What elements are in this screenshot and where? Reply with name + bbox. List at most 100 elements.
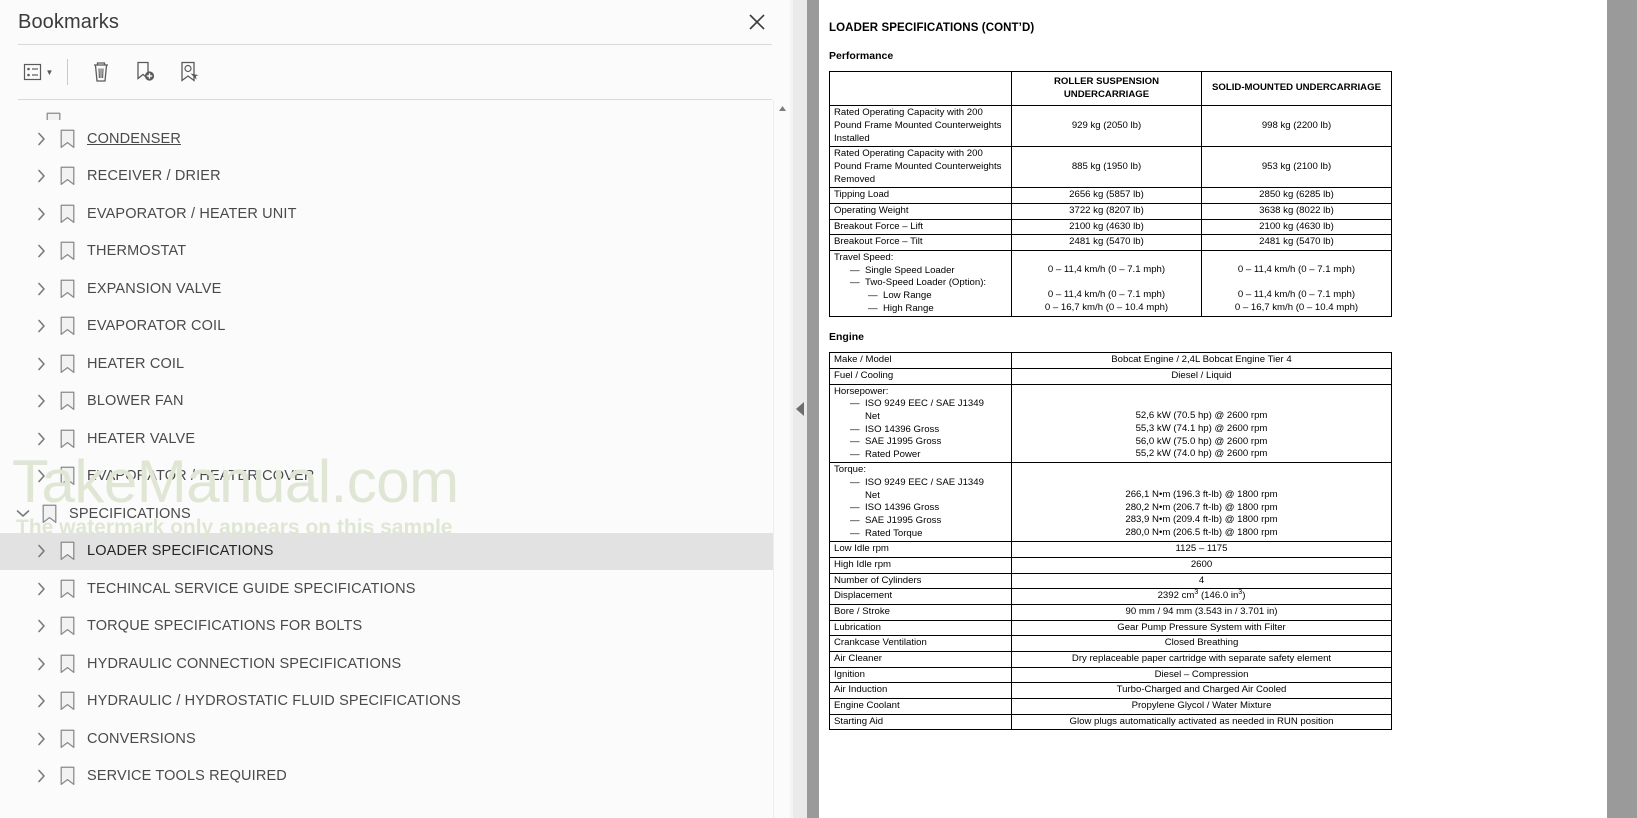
list-item-selected[interactable]: LOADER SPECIFICATIONS bbox=[0, 532, 773, 570]
chevron-right-icon[interactable] bbox=[28, 282, 54, 296]
table-cell-label: Fuel / Cooling bbox=[829, 367, 1012, 385]
table-row: Lubrication Gear Pump Pressure System wit… bbox=[829, 619, 1392, 637]
table-cell-label: Torque: — ISO 9249 EEC / SAE J1349 Net — ISO … bbox=[829, 462, 1012, 543]
table-row: High Idle rpm 2600 bbox=[829, 557, 1392, 574]
list-item-label: SPECIFICATIONS bbox=[69, 505, 191, 522]
pdf-page: LOADER SPECIFICATIONS (CONT’D) Performan… bbox=[819, 0, 1607, 818]
list-item[interactable]: CONDENSER bbox=[0, 120, 773, 158]
list-options-button[interactable]: ▼ bbox=[18, 53, 58, 91]
chevron-right-icon[interactable] bbox=[28, 207, 54, 221]
chevron-right-icon[interactable] bbox=[28, 694, 54, 708]
table-cell-value: 953 kg (2100 lb) bbox=[1201, 146, 1392, 189]
table-cell-label: Low Idle rpm bbox=[829, 541, 1012, 559]
chevron-right-icon[interactable] bbox=[28, 169, 54, 183]
bookmarks-tree: CONDENSER RECEIVER / DRIER EVAPORATOR / HE… bbox=[0, 100, 773, 818]
chevron-down-icon: ▼ bbox=[45, 67, 54, 77]
list-item[interactable]: HEATER COIL bbox=[0, 345, 773, 383]
delete-bookmark-button[interactable] bbox=[81, 53, 121, 91]
bookmark-icon bbox=[36, 504, 62, 524]
table-cell-label: Number of Cylinders bbox=[829, 572, 1012, 590]
engine-section-title: Engine bbox=[829, 331, 865, 344]
table-cell-label: Lubrication bbox=[829, 619, 1012, 637]
list-item-label: EXPANSION VALVE bbox=[87, 280, 222, 297]
bookmark-icon bbox=[54, 766, 80, 786]
close-icon[interactable] bbox=[742, 7, 772, 37]
table-cell-value: 2100 kg (4630 lb) bbox=[1201, 218, 1392, 236]
list-item-label: HYDRAULIC / HYDROSTATIC FLUID SPECIFICAT… bbox=[87, 693, 461, 710]
chevron-right-icon[interactable] bbox=[28, 132, 54, 146]
bookmarks-scrollbar[interactable] bbox=[773, 100, 790, 818]
list-item[interactable]: EVAPORATOR / HEATER COVER bbox=[0, 458, 773, 496]
table-cell-value: 3722 kg (8207 lb) bbox=[1011, 202, 1202, 220]
scroll-up-arrow-icon[interactable] bbox=[774, 100, 790, 117]
chevron-right-icon[interactable] bbox=[28, 732, 54, 746]
chevron-right-icon[interactable] bbox=[28, 657, 54, 671]
list-item[interactable]: EVAPORATOR / HEATER UNIT bbox=[0, 195, 773, 233]
new-bookmark-button[interactable] bbox=[125, 53, 165, 91]
list-item[interactable]: HYDRAULIC CONNECTION SPECIFICATIONS bbox=[0, 645, 773, 683]
table-row: Crankcase Ventilation Closed Breathing bbox=[829, 635, 1392, 652]
engine-table: Make / Model Bobcat Engine / 2,4L Bobcat … bbox=[829, 352, 1392, 731]
list-item[interactable]: SPECIFICATIONS bbox=[0, 495, 773, 533]
bookmark-icon bbox=[54, 466, 80, 486]
list-item-label: LOADER SPECIFICATIONS bbox=[87, 543, 274, 560]
table-cell-value: 998 kg (2200 lb) bbox=[1201, 105, 1392, 148]
chevron-right-icon[interactable] bbox=[28, 432, 54, 446]
edit-bookmark-button[interactable] bbox=[169, 53, 209, 91]
table-row: Engine Coolant Propylene Glycol / Water M… bbox=[829, 697, 1392, 715]
list-item[interactable] bbox=[0, 106, 773, 120]
list-item[interactable]: CONVERSIONS bbox=[0, 720, 773, 758]
chevron-down-icon[interactable] bbox=[10, 509, 36, 518]
table-cell-label: Bore / Stroke bbox=[829, 604, 1012, 621]
list-item[interactable]: EXPANSION VALVE bbox=[0, 270, 773, 308]
list-item[interactable]: HYDRAULIC / HYDROSTATIC FLUID SPECIFICAT… bbox=[0, 683, 773, 721]
table-row-travel-speed: Travel Speed: — Single Speed Loader — Two-Sp… bbox=[829, 249, 1392, 318]
list-item[interactable]: BLOWER FAN bbox=[0, 383, 773, 421]
bookmark-icon bbox=[54, 616, 80, 636]
bookmarks-list-container: CONDENSER RECEIVER / DRIER EVAPORATOR / HE… bbox=[0, 100, 790, 818]
list-item-label: EVAPORATOR COIL bbox=[87, 318, 226, 335]
chevron-right-icon[interactable] bbox=[28, 244, 54, 258]
collapse-panel-handle[interactable] bbox=[793, 0, 807, 818]
table-cell-value: 2100 kg (4630 lb) bbox=[1011, 218, 1202, 236]
table-cell-value: Propylene Glycol / Water Mixture bbox=[1011, 697, 1392, 715]
performance-table: ROLLER SUSPENSION UNDERCARRIAGE SOLID-MOUN… bbox=[829, 70, 1392, 318]
panel-title: Bookmarks bbox=[18, 10, 119, 33]
chevron-right-icon[interactable] bbox=[28, 394, 54, 408]
list-item[interactable]: THERMOSTAT bbox=[0, 233, 773, 271]
chevron-right-icon[interactable] bbox=[28, 619, 54, 633]
bookmark-icon bbox=[54, 279, 80, 299]
list-item[interactable]: EVAPORATOR COIL bbox=[0, 308, 773, 346]
table-row: Breakout Force – Tilt 2481 kg (5470 lb) 24… bbox=[829, 234, 1392, 251]
list-item[interactable]: SERVICE TOOLS REQUIRED bbox=[0, 758, 773, 796]
chevron-right-icon[interactable] bbox=[28, 469, 54, 483]
table-cell-value: Closed Breathing bbox=[1011, 635, 1392, 652]
chevron-right-icon[interactable] bbox=[28, 769, 54, 783]
list-item[interactable]: TECHINCAL SERVICE GUIDE SPECIFICATIONS bbox=[0, 570, 773, 608]
table-cell-label: Operating Weight bbox=[829, 202, 1012, 220]
list-item[interactable]: HEATER VALVE bbox=[0, 420, 773, 458]
table-row-horsepower: Horsepower: — ISO 9249 EEC / SAE J1349 Net —… bbox=[829, 383, 1392, 464]
list-item-label: EVAPORATOR / HEATER COVER bbox=[87, 468, 315, 485]
chevron-right-icon[interactable] bbox=[28, 319, 54, 333]
list-item[interactable]: TORQUE SPECIFICATIONS FOR BOLTS bbox=[0, 608, 773, 646]
table-row: Tipping Load 2656 kg (5857 lb) 2850 kg (62… bbox=[829, 187, 1392, 204]
table-cell-value: 2481 kg (5470 lb) bbox=[1011, 234, 1202, 251]
bookmark-icon bbox=[54, 429, 80, 449]
toolbar-divider bbox=[67, 59, 68, 85]
table-cell-label: Horsepower: — ISO 9249 EEC / SAE J1349 Net —… bbox=[829, 383, 1012, 464]
chevron-right-icon[interactable] bbox=[28, 544, 54, 558]
table-cell-value: 4 bbox=[1011, 572, 1392, 590]
bookmark-icon bbox=[40, 112, 66, 120]
triangle-left-icon bbox=[796, 402, 804, 416]
list-item-label: THERMOSTAT bbox=[87, 243, 187, 260]
list-item-label: SERVICE TOOLS REQUIRED bbox=[87, 768, 287, 785]
table-cell-value: 2481 kg (5470 lb) bbox=[1201, 234, 1392, 251]
table-cell-value: Diesel / Liquid bbox=[1011, 367, 1392, 385]
table-cell-value: Turbo-Charged and Charged Air Cooled bbox=[1011, 682, 1392, 699]
chevron-right-icon[interactable] bbox=[28, 357, 54, 371]
table-cell-value: Glow plugs automatically activated as ne… bbox=[1011, 713, 1392, 731]
list-item[interactable]: RECEIVER / DRIER bbox=[0, 158, 773, 196]
chevron-right-icon[interactable] bbox=[28, 582, 54, 596]
table-cell-value: 885 kg (1950 lb) bbox=[1011, 146, 1202, 189]
